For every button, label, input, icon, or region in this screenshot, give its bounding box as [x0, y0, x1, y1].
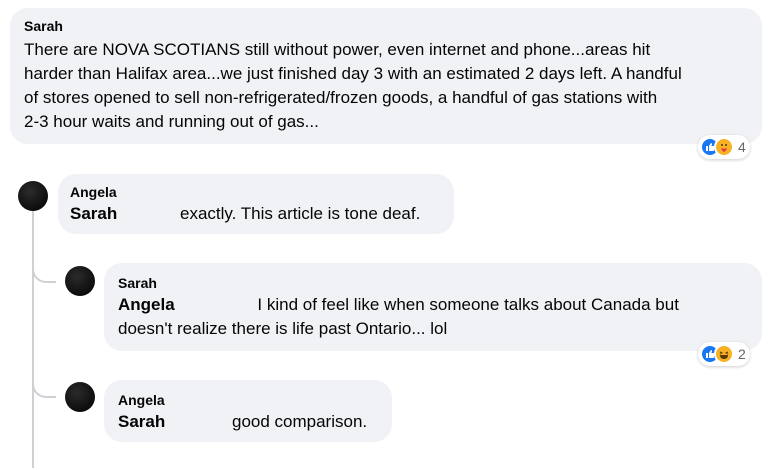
comment-line: 2-3 hour waits and running out of gas...	[24, 112, 319, 131]
comment-line: harder than Halifax area...we just finis…	[24, 64, 682, 83]
comment-author[interactable]: Angela	[118, 392, 378, 408]
avatar[interactable]	[65, 382, 95, 412]
comment-line: doesn't realize there is life past Ontar…	[118, 319, 448, 338]
comment-body: good comparison.	[231, 412, 368, 431]
mention-tag[interactable]: Sarah	[70, 204, 117, 223]
reaction-count: 4	[738, 139, 746, 155]
comment-author[interactable]: Sarah	[118, 275, 748, 291]
avatar[interactable]	[65, 266, 95, 296]
haha-icon	[714, 344, 734, 364]
reactions-summary[interactable]: 4	[698, 135, 750, 159]
comment-bubble: Angela Sarah exactly. This article is to…	[58, 174, 454, 234]
comment-text: There are NOVA SCOTIANS still without po…	[24, 38, 748, 134]
reactions-summary[interactable]: 2	[698, 342, 750, 366]
comment-author[interactable]: Sarah	[24, 18, 748, 34]
comment-line: There are NOVA SCOTIANS still without po…	[24, 40, 651, 59]
comment-line: of stores opened to sell non-refrigerate…	[24, 88, 658, 107]
care-icon	[714, 137, 734, 157]
comment-bubble: Angela Sarah good comparison.	[104, 380, 392, 442]
comment-body: exactly. This article is tone deaf.	[179, 204, 421, 223]
avatar[interactable]	[18, 181, 48, 211]
comment-text: Sarah good comparison.	[118, 410, 378, 434]
comment-author[interactable]: Angela	[70, 184, 442, 200]
comment-text: Angela I kind of feel like when someone …	[118, 293, 748, 341]
comment-text: Sarah exactly. This article is tone deaf…	[70, 202, 442, 226]
comment-body: I kind of feel like when someone talks a…	[257, 295, 679, 314]
mention-tag[interactable]: Angela	[118, 295, 175, 314]
reaction-count: 2	[738, 346, 746, 362]
comment-line: Angela I kind of feel like when someone …	[118, 293, 748, 317]
thread-connector-1	[32, 225, 56, 283]
comment-bubble: Sarah Angela I kind of feel like when so…	[104, 263, 762, 351]
mention-tag[interactable]: Sarah	[118, 412, 165, 431]
comment-bubble: Sarah There are NOVA SCOTIANS still with…	[10, 8, 762, 144]
thread-connector-2	[32, 340, 56, 398]
